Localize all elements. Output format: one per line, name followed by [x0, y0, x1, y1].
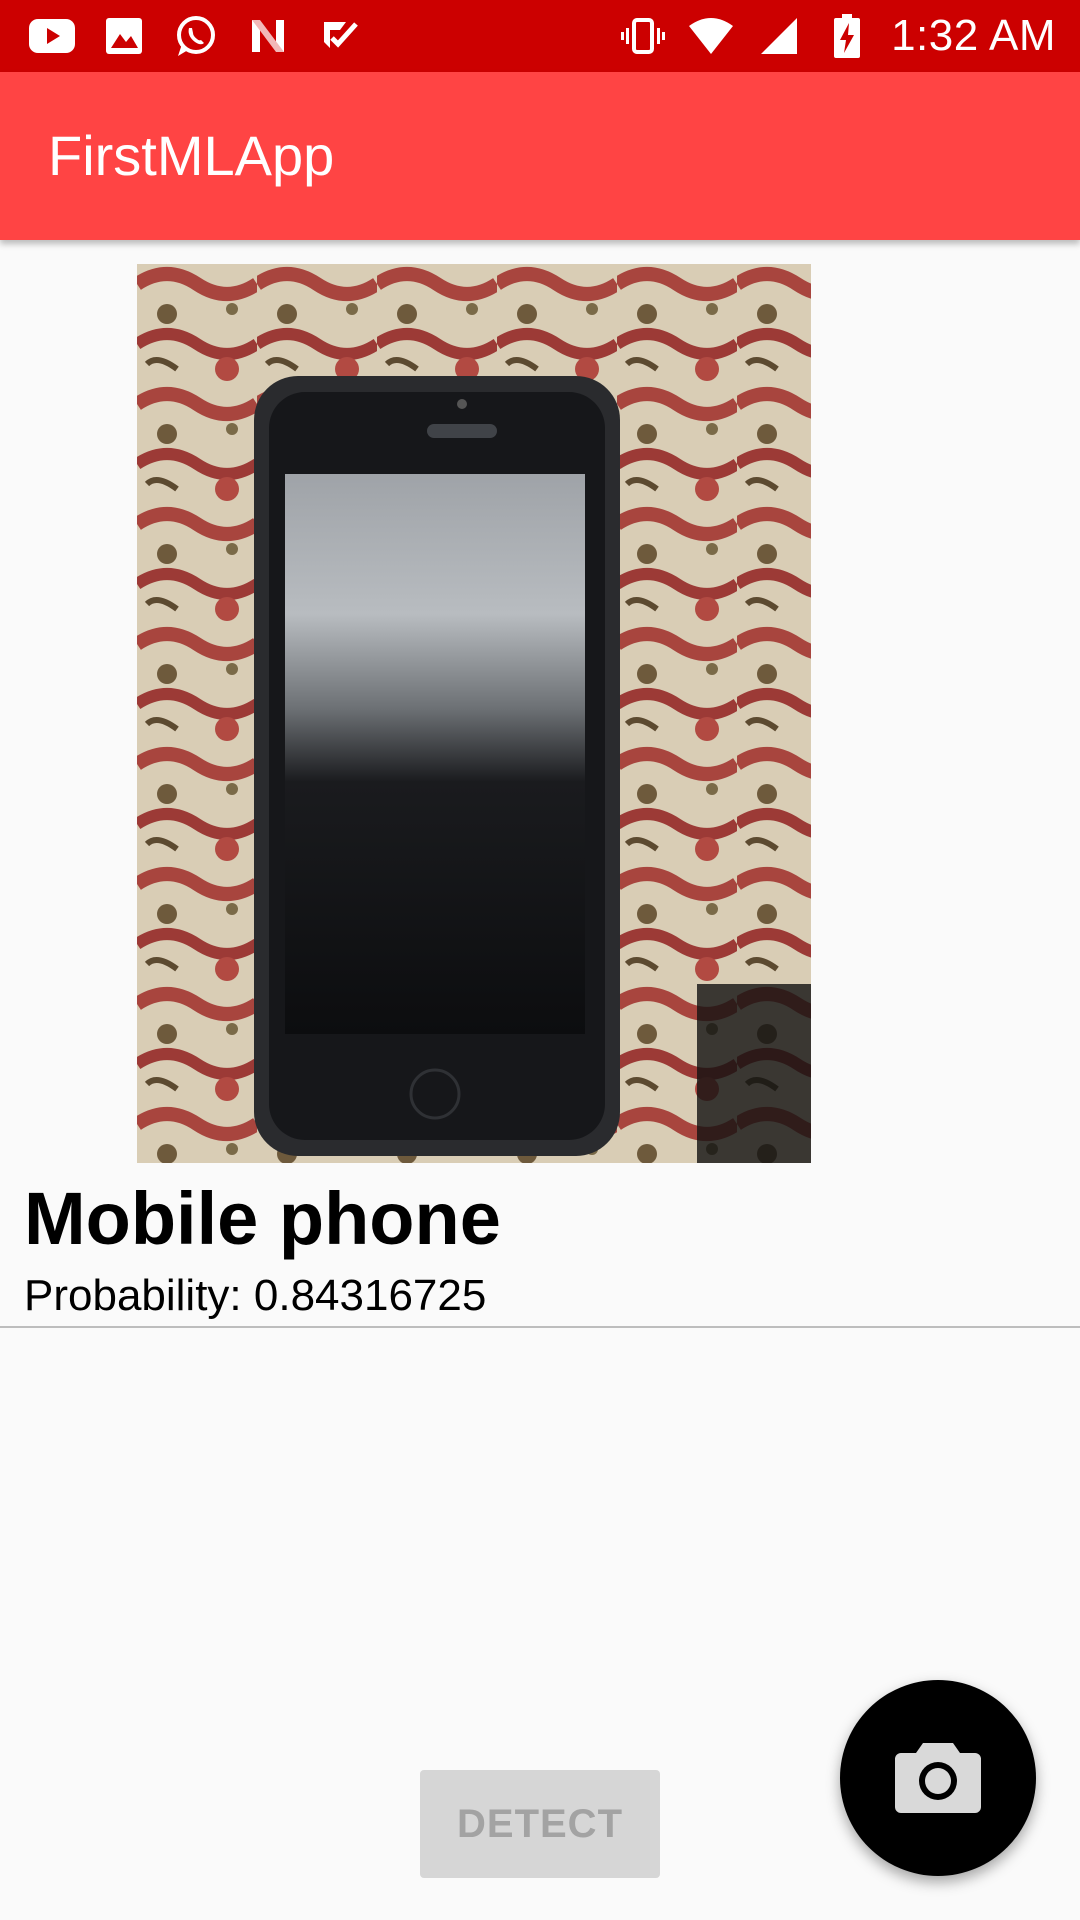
wifi-icon — [687, 12, 735, 60]
whatsapp-icon — [172, 12, 220, 60]
notification-icons — [28, 12, 364, 60]
divider — [0, 1326, 1080, 1328]
tasks-icon — [316, 12, 364, 60]
gallery-icon — [100, 12, 148, 60]
app-title: FirstMLApp — [48, 124, 335, 187]
captured-photo — [137, 264, 811, 1163]
youtube-icon — [28, 12, 76, 60]
status-bar: 1:32 AM — [0, 0, 1080, 72]
camera-icon — [895, 1739, 981, 1818]
app-bar: FirstMLApp — [0, 72, 1080, 240]
camera-fab-button[interactable] — [840, 1680, 1036, 1876]
signal-icon — [755, 12, 803, 60]
battery-charging-icon — [823, 12, 871, 60]
probability-text: Probability: 0.84316725 — [24, 1271, 487, 1320]
system-icons: 1:32 AM — [619, 11, 1056, 60]
detect-button[interactable]: DETECT — [420, 1770, 660, 1878]
netflix-icon — [244, 12, 292, 60]
result-label: Mobile phone — [24, 1177, 501, 1260]
status-time: 1:32 AM — [891, 11, 1056, 60]
vibrate-icon — [619, 12, 667, 60]
